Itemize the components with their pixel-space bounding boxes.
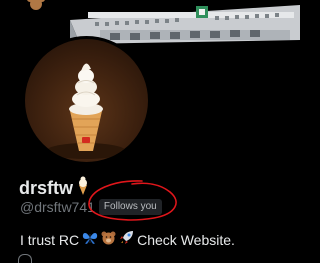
bio-text-prefix: I trust RC (20, 231, 80, 248)
soft-serve-cone-image (46, 63, 126, 159)
banner-bear-icon (27, 0, 45, 10)
ice-cream-cone-icon (76, 176, 90, 201)
teddy-bear-icon (101, 231, 116, 249)
butterfly-icon (82, 231, 98, 249)
profile-handle: @drsftw741 (20, 199, 95, 215)
bio-text-suffix: Check Website. (137, 231, 235, 248)
profile-display-name: drsftw (19, 176, 90, 201)
profile-bio: I trust RC Check Website. (20, 230, 235, 249)
profile-avatar[interactable] (22, 36, 151, 165)
rocket-icon (119, 230, 134, 249)
profile-handle-row: @drsftw741 Follows you (20, 199, 162, 215)
follows-you-badge: Follows you (98, 199, 162, 215)
display-name-text: drsftw (19, 178, 73, 198)
